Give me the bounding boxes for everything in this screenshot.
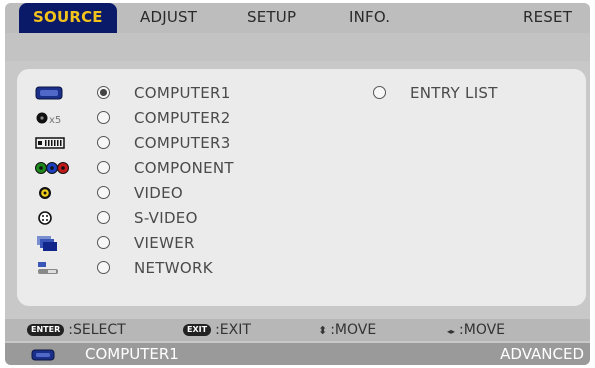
enter-key-icon: ENTER <box>27 324 65 336</box>
rgb-rca-connectors-icon <box>35 160 69 176</box>
svg-text:x5: x5 <box>49 115 61 126</box>
radio-component[interactable] <box>97 161 110 174</box>
tab-reset[interactable]: RESET <box>523 3 572 33</box>
source-label: VIDEO <box>134 184 184 202</box>
radio-computer2[interactable] <box>97 111 110 124</box>
source-row-computer2[interactable]: x5 COMPUTER2 <box>17 108 317 128</box>
help-move-leftright: ◂▸:MOVE <box>447 322 506 338</box>
radio-video[interactable] <box>97 186 110 199</box>
source-row-computer3[interactable]: COMPUTER3 <box>17 133 317 153</box>
help-select: ENTER:SELECT <box>27 319 126 341</box>
dvi-connector-icon <box>35 135 65 151</box>
radio-svideo[interactable] <box>97 211 110 224</box>
tab-source[interactable]: SOURCE <box>19 3 117 33</box>
source-label: COMPUTER3 <box>134 134 231 152</box>
vga-connector-icon <box>35 85 65 101</box>
menu-bar: SOURCE ADJUST SETUP INFO. RESET <box>5 3 590 33</box>
leftright-arrow-icon: ◂▸ <box>447 327 456 336</box>
exit-key-icon: EXIT <box>183 324 212 336</box>
projector-osd-menu: SOURCE ADJUST SETUP INFO. RESET COMPUTER… <box>5 3 590 365</box>
source-label: VIEWER <box>134 234 195 252</box>
help-move-updown: ⬍:MOVE <box>318 322 377 338</box>
yellow-rca-connector-icon <box>35 185 65 201</box>
source-row-viewer[interactable]: VIEWER <box>17 233 317 253</box>
network-icon <box>35 260 65 276</box>
vga-connector-icon <box>31 347 55 365</box>
menu-mode: ADVANCED <box>500 345 584 363</box>
source-row-video[interactable]: VIDEO <box>17 183 317 203</box>
tab-setup[interactable]: SETUP <box>247 3 296 33</box>
radio-computer1[interactable] <box>97 86 110 99</box>
source-row-network[interactable]: NETWORK <box>17 258 317 278</box>
help-footer: ENTER:SELECT EXIT:EXIT ⬍:MOVE ◂▸:MOVE <box>5 319 590 341</box>
radio-computer3[interactable] <box>97 136 110 149</box>
radio-network[interactable] <box>97 261 110 274</box>
source-label: S-VIDEO <box>134 209 198 227</box>
source-panel: COMPUTER1 x5 COMPUTER2 COMPUTER3 COMPONE… <box>17 69 586 306</box>
tab-adjust[interactable]: ADJUST <box>140 3 197 33</box>
multi-pin-connector-icon: x5 <box>35 110 65 126</box>
source-label: NETWORK <box>134 259 213 277</box>
current-source: COMPUTER1 <box>85 345 179 363</box>
tab-info[interactable]: INFO. <box>349 3 390 33</box>
help-exit: EXIT:EXIT <box>183 319 251 341</box>
source-row-svideo[interactable]: S-VIDEO <box>17 208 317 228</box>
source-label: COMPONENT <box>134 159 234 177</box>
status-bar: COMPUTER1 ADVANCED <box>5 343 590 365</box>
source-row-component[interactable]: COMPONENT <box>17 158 317 178</box>
updown-arrow-icon: ⬍ <box>318 324 328 337</box>
source-label: COMPUTER2 <box>134 109 231 127</box>
viewer-icon <box>35 235 65 251</box>
radio-viewer[interactable] <box>97 236 110 249</box>
source-row-computer1[interactable]: COMPUTER1 <box>17 83 586 103</box>
svideo-connector-icon <box>35 210 65 226</box>
source-label: COMPUTER1 <box>134 84 231 102</box>
header-band <box>5 33 590 61</box>
